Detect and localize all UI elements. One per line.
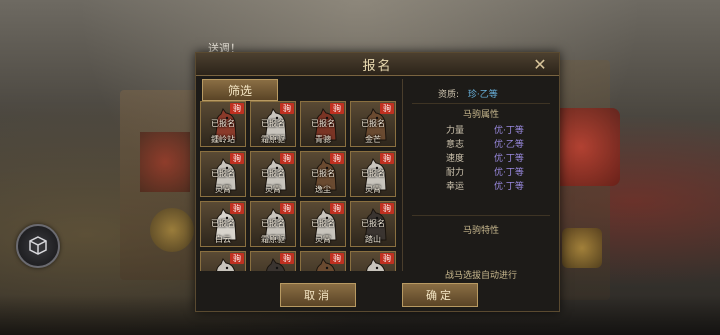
horse-card[interactable]: 驹已报名霜原驱 [250, 201, 296, 247]
horse-card[interactable]: 驹 [350, 251, 396, 271]
filter-button[interactable]: 筛选 [202, 79, 278, 101]
horse-name: 踏山 [365, 235, 381, 244]
attribute-row: 耐力 优·丁等 [446, 165, 556, 178]
horse-name: 青骢 [315, 135, 331, 144]
horse-badge: 驹 [230, 153, 244, 164]
horse-status: 已报名 [211, 169, 235, 178]
attribute-value: 优·丁等 [494, 126, 524, 136]
close-icon: ✕ [533, 54, 547, 74]
horse-badge: 驹 [380, 203, 394, 214]
horse-badge: 驹 [330, 203, 344, 214]
cancel-button[interactable]: 取消 [280, 283, 356, 307]
horse-card[interactable]: 驹已报名金芒 [350, 101, 396, 147]
section-divider [412, 215, 550, 216]
horse-info-panel: 资质: 珍·乙等 马驹属性 力量 优·丁等 意志 优·乙等 速度 优·丁等 耐力 优·丁等 幸运… [406, 79, 556, 281]
horse-card[interactable]: 驹已报名白云 [200, 201, 246, 247]
horse-name: 霜原驱 [261, 135, 285, 144]
horse-status: 已报名 [211, 219, 235, 228]
horse-status: 已报名 [361, 119, 385, 128]
horse-card[interactable]: 驹已报名逸尘 [300, 151, 346, 197]
horse-name: 鍾岭站 [211, 135, 235, 144]
horse-name: 灵霄 [265, 185, 281, 194]
dialog-title: 报名 [362, 58, 393, 74]
horse-badge: 驹 [330, 253, 344, 264]
horse-badge: 驹 [380, 103, 394, 114]
horse-badge: 驹 [380, 253, 394, 264]
close-button[interactable]: ✕ [527, 54, 553, 74]
horse-status: 已报名 [211, 119, 235, 128]
attribute-value: 优·丁等 [494, 168, 524, 178]
attribute-row: 速度 优·丁等 [446, 151, 556, 164]
horse-card[interactable]: 驹 [300, 251, 346, 271]
horse-status: 已报名 [361, 219, 385, 228]
horse-badge: 驹 [280, 103, 294, 114]
horse-name: 灵霄 [315, 235, 331, 244]
quality-label: 资质: [438, 90, 460, 100]
side-menu-button[interactable] [16, 224, 60, 268]
horse-badge: 驹 [280, 253, 294, 264]
horse-name: 白云 [215, 235, 231, 244]
horse-status: 已报名 [311, 119, 335, 128]
horse-card[interactable]: 驹已报名灵霄 [200, 151, 246, 197]
section-divider [412, 103, 550, 104]
quality-row: 资质: 珍·乙等 [438, 87, 498, 100]
horse-card[interactable]: 驹已报名踏山 [350, 201, 396, 247]
horse-card[interactable]: 驹已报名灵霄 [350, 151, 396, 197]
horse-badge: 驹 [380, 153, 394, 164]
attribute-name: 耐力 [446, 168, 465, 178]
horse-card[interactable]: 驹 [250, 251, 296, 271]
auto-selection-note: 战马选拔自动进行 [444, 271, 517, 281]
background-item-icon [562, 228, 602, 268]
horse-status: 已报名 [261, 119, 285, 128]
horse-name: 金芒 [365, 135, 381, 144]
background-banner-left [140, 132, 190, 192]
attribute-name: 速度 [446, 154, 465, 164]
attribute-name: 幸运 [446, 182, 465, 192]
horse-badge: 驹 [230, 103, 244, 114]
attribute-value: 优·丁等 [494, 154, 524, 164]
horse-badge: 驹 [230, 253, 244, 264]
background-medal-left [150, 208, 194, 252]
dialog-header: 报名 ✕ [196, 53, 559, 76]
horse-name: 逸尘 [315, 185, 331, 194]
horse-badge: 驹 [280, 203, 294, 214]
horse-status: 已报名 [261, 169, 285, 178]
attribute-name: 意志 [446, 140, 465, 150]
attribute-row: 幸运 优·丁等 [446, 179, 556, 192]
horse-badge: 驹 [330, 103, 344, 114]
horse-card[interactable]: 驹已报名灵霄 [300, 201, 346, 247]
horse-card[interactable]: 驹已报名灵霄 [250, 151, 296, 197]
horse-badge: 驹 [330, 153, 344, 164]
horse-card[interactable]: 驹 [200, 251, 246, 271]
horse-status: 已报名 [361, 169, 385, 178]
horse-grid: 驹已报名 鍾岭站驹已报名 霜原驱驹已报名 青骢驹已报名 金芒驹已报名 灵霄驹已报名 灵霄驹已… [200, 101, 400, 271]
horse-card[interactable]: 驹已报名霜原驱 [250, 101, 296, 147]
horse-name: 灵霄 [215, 185, 231, 194]
attribute-name: 力量 [446, 126, 465, 136]
horse-badge: 驹 [280, 153, 294, 164]
quality-value: 珍·乙等 [467, 90, 498, 100]
confirm-button[interactable]: 确定 [402, 283, 478, 307]
horse-card[interactable]: 驹已报名鍾岭站 [200, 101, 246, 147]
horse-status: 已报名 [311, 219, 335, 228]
horse-card[interactable]: 驹已报名青骢 [300, 101, 346, 147]
horse-name: 霜原驱 [261, 235, 285, 244]
horse-status: 已报名 [311, 169, 335, 178]
panel-divider [402, 79, 403, 271]
attribute-value: 优·丁等 [494, 182, 524, 192]
horse-badge: 驹 [230, 203, 244, 214]
attribute-value: 优·乙等 [494, 140, 524, 150]
attribute-row: 力量 优·丁等 [446, 123, 556, 136]
traits-title: 马驹特性 [462, 226, 499, 236]
horse-name: 灵霄 [365, 185, 381, 194]
cube-icon [29, 236, 47, 255]
signup-dialog: 报名 ✕ 筛选 驹已报名 鍾岭站驹已报名 霜原驱驹已报名 青骢驹已报名 金芒驹已报名 灵霄… [195, 52, 560, 312]
horse-status: 已报名 [261, 219, 285, 228]
attribute-row: 意志 优·乙等 [446, 137, 556, 150]
attributes-title: 马驹属性 [462, 110, 499, 120]
